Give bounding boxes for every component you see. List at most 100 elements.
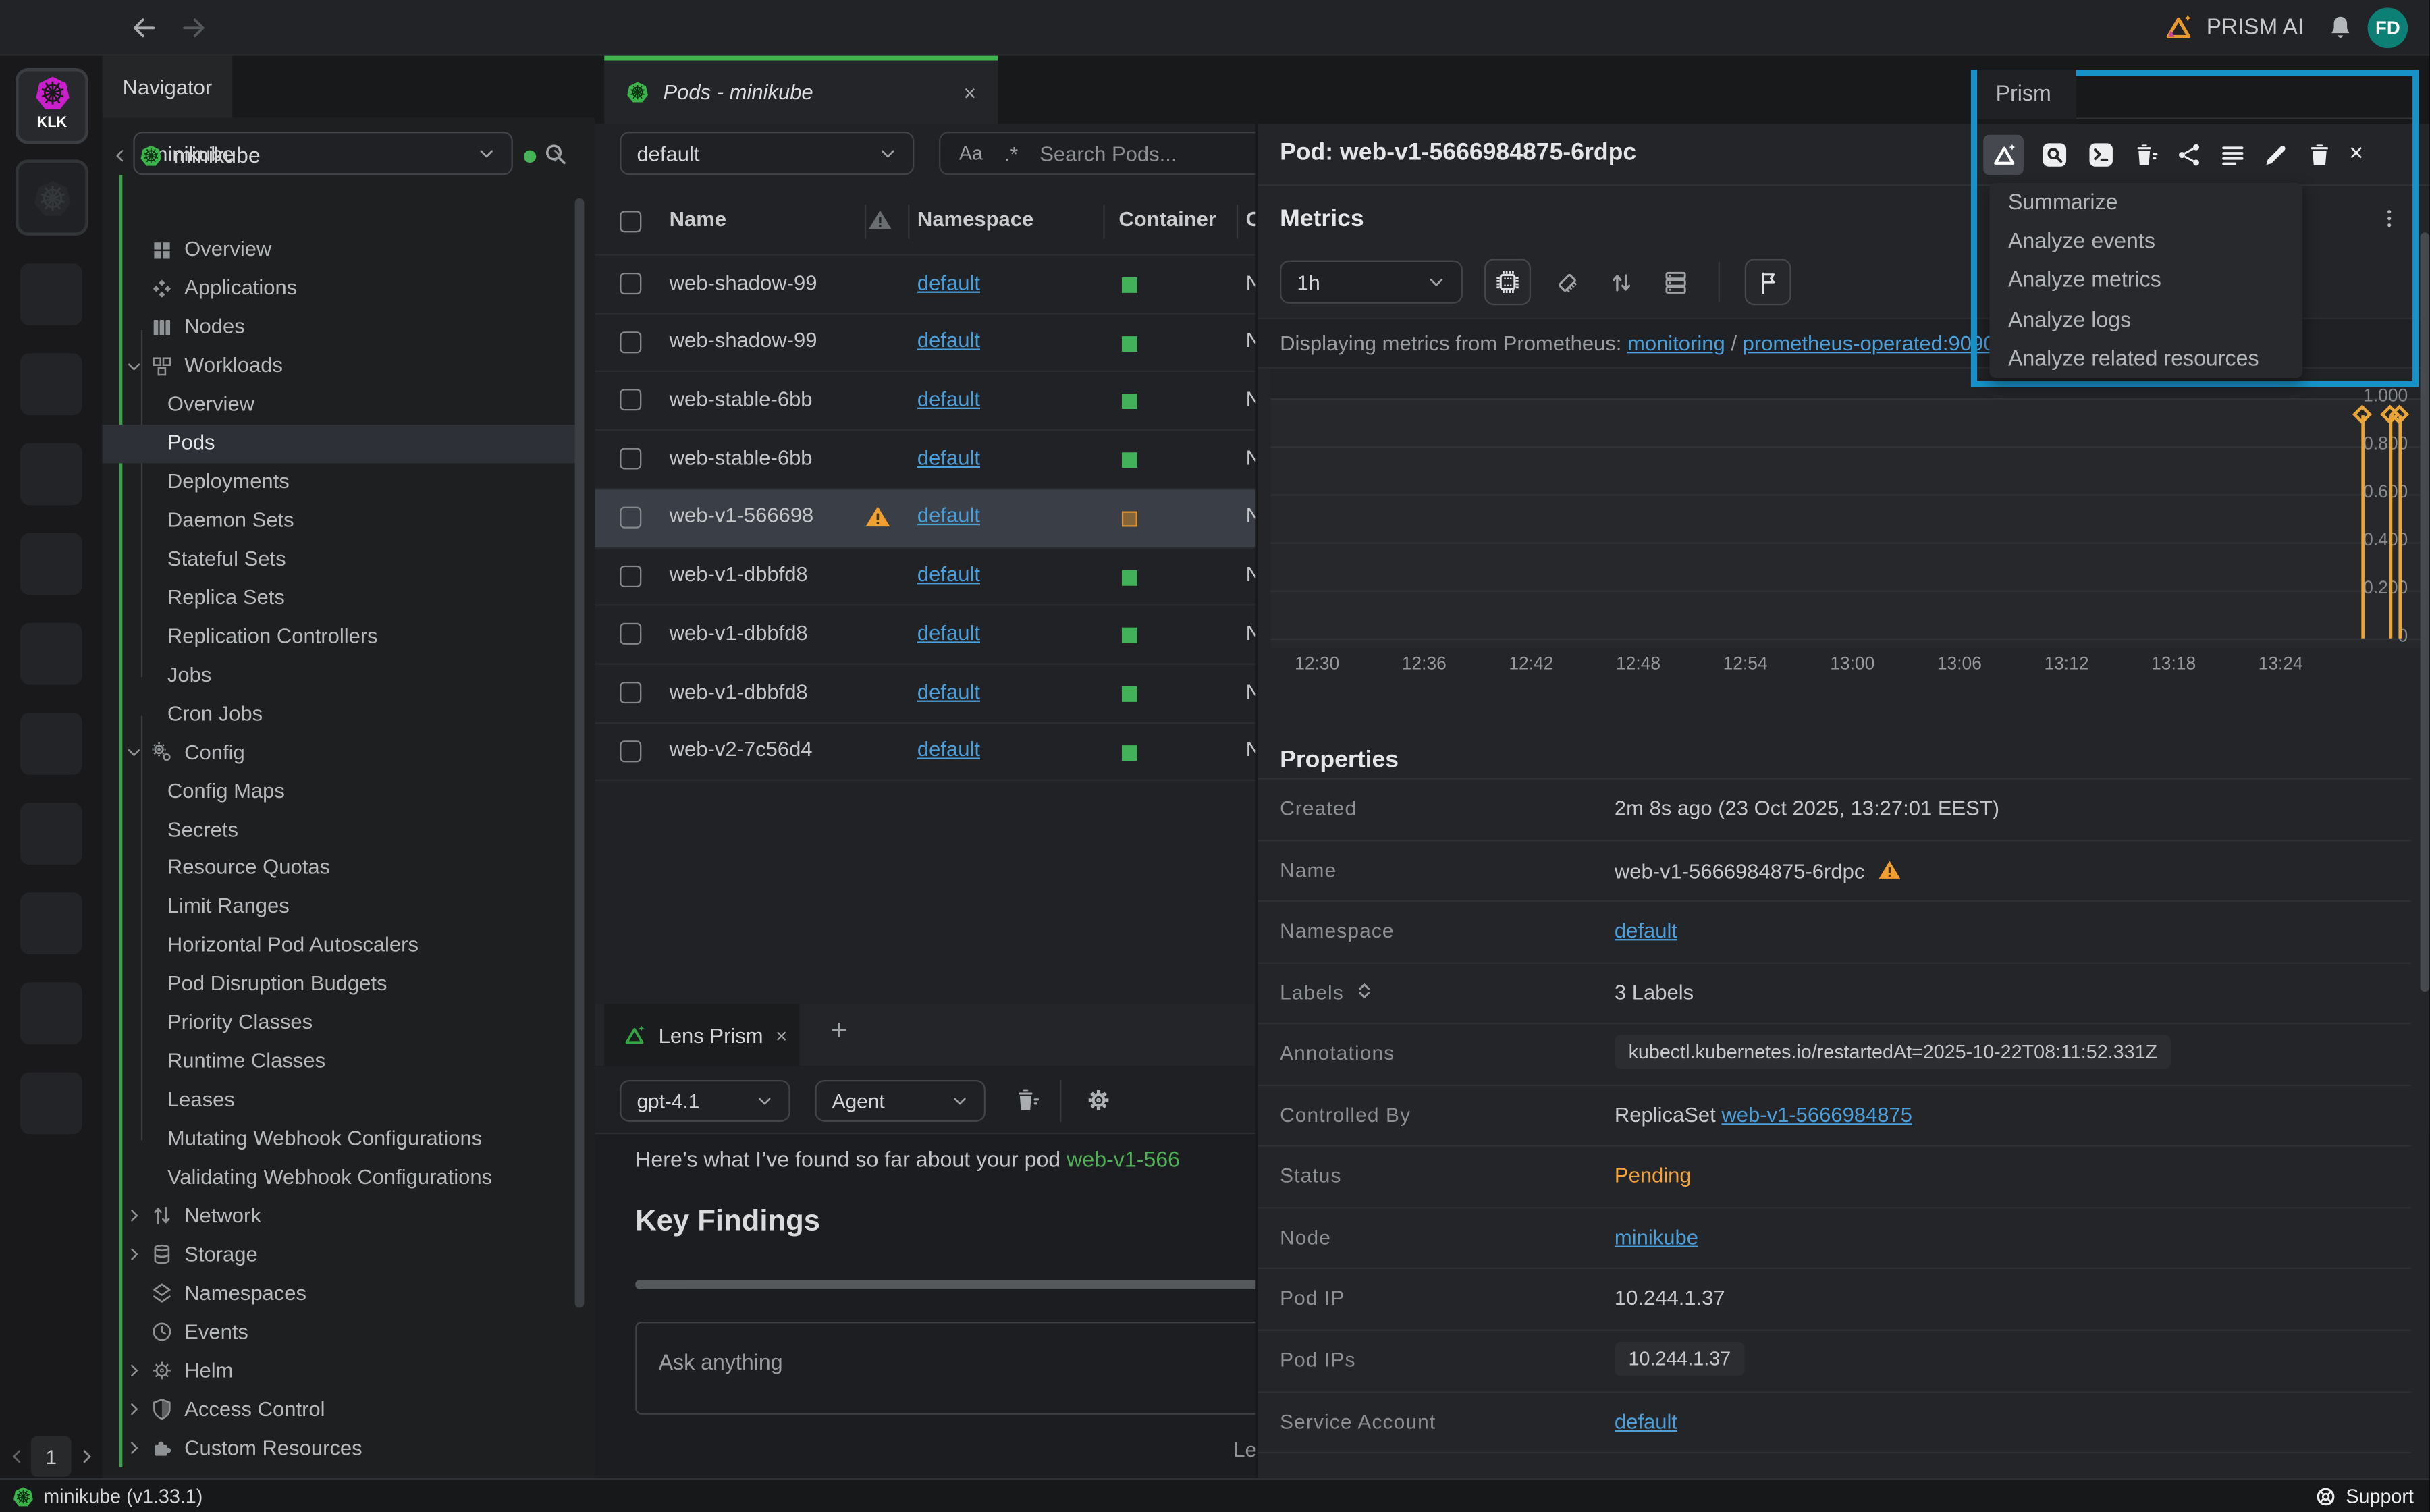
menu-item-analyze-metrics[interactable]: Analyze metrics <box>1989 261 2302 300</box>
navigator-scrollbar[interactable] <box>575 198 585 1308</box>
sidebar-item-helm[interactable]: Helm <box>103 1351 576 1390</box>
chevron-right-icon[interactable] <box>126 1362 142 1379</box>
match-case-icon[interactable]: Aa <box>959 142 983 164</box>
col-namespace[interactable]: Namespace <box>917 208 1033 231</box>
prism-tab-close-icon[interactable]: × <box>776 1023 787 1046</box>
sidebar-item-replication-controllers[interactable]: Replication Controllers <box>103 617 576 655</box>
prism-actions-button[interactable] <box>1983 135 2024 176</box>
sidebar-item-horizontal-pod-autoscalers[interactable]: Horizontal Pod Autoscalers <box>103 926 576 965</box>
sidebar-item-custom-resources[interactable]: Custom Resources <box>103 1429 576 1467</box>
namespace-link[interactable]: default <box>917 446 980 468</box>
support-link[interactable]: Support <box>2346 1486 2414 1507</box>
sidebar-item-leases[interactable]: Leases <box>103 1081 576 1119</box>
share-icon[interactable] <box>2176 141 2203 169</box>
rail-placeholder-tile[interactable] <box>20 533 82 595</box>
row-checkbox[interactable] <box>620 682 641 703</box>
sidebar-item-resource-quotas[interactable]: Resource Quotas <box>103 849 576 888</box>
row-checkbox[interactable] <box>620 740 641 762</box>
chevron-right-icon[interactable] <box>126 1440 142 1457</box>
sidebar-item-overview[interactable]: Overview <box>103 385 576 424</box>
sidebar-item-limit-ranges[interactable]: Limit Ranges <box>103 888 576 926</box>
range-select[interactable]: 1h <box>1280 261 1463 304</box>
sidebar-item-pod-disruption-budgets[interactable]: Pod Disruption Budgets <box>103 965 576 1004</box>
avatar[interactable]: FD <box>2368 7 2408 48</box>
drawer-scrollbar[interactable] <box>2421 232 2430 992</box>
sidebar-item-access-control[interactable]: Access Control <box>103 1390 576 1428</box>
memory-icon[interactable] <box>1552 267 1582 297</box>
property-link[interactable]: web-v1-5666984875 <box>1721 1103 1912 1126</box>
chevron-right-icon[interactable] <box>126 1246 142 1263</box>
back-icon[interactable] <box>130 14 158 42</box>
rail-placeholder-tile[interactable] <box>20 623 82 685</box>
chevron-down-icon[interactable] <box>126 358 142 375</box>
sidebar-item-validating-webhook-configurations[interactable]: Validating Webhook Configurations <box>103 1158 576 1197</box>
rail-placeholder-tile[interactable] <box>20 713 82 775</box>
sidebar-item-stateful-sets[interactable]: Stateful Sets <box>103 540 576 578</box>
rail-placeholder-tile[interactable] <box>20 443 82 506</box>
namespace-link[interactable]: default <box>917 271 980 294</box>
row-checkbox[interactable] <box>620 506 641 528</box>
sidebar-item-storage[interactable]: Storage <box>103 1235 576 1274</box>
menu-item-summarize[interactable]: Summarize <box>1989 183 2302 222</box>
namespace-link[interactable]: default <box>917 329 980 352</box>
menu-item-analyze-logs[interactable]: Analyze logs <box>1989 300 2302 339</box>
row-checkbox[interactable] <box>620 565 641 587</box>
notifications-bell-icon[interactable] <box>2327 14 2354 40</box>
chat-settings-gear-icon[interactable] <box>1085 1086 1112 1114</box>
namespace-select[interactable]: default <box>620 132 914 175</box>
sort-small-icon[interactable] <box>1354 980 1374 1000</box>
property-link[interactable]: default <box>1615 919 1677 942</box>
menu-item-analyze-related-resources[interactable]: Analyze related resources <box>1989 339 2302 378</box>
sidebar-item-cluster[interactable]: minikube <box>103 136 576 175</box>
sidebar-item-pods[interactable]: Pods <box>103 424 576 462</box>
sidebar-item-cron-jobs[interactable]: Cron Jobs <box>103 695 576 733</box>
logs-icon[interactable] <box>2219 141 2246 169</box>
warnings-column-icon[interactable] <box>867 208 892 233</box>
page-number-box[interactable]: 1 <box>31 1436 72 1477</box>
storage-metric-icon[interactable] <box>1661 267 1691 297</box>
regex-icon[interactable]: .* <box>1004 142 1018 165</box>
sidebar-item-applications[interactable]: Applications <box>103 269 576 308</box>
support-lifering-icon[interactable] <box>2315 1486 2336 1507</box>
row-checkbox[interactable] <box>620 273 641 294</box>
tab-navigator[interactable]: Navigator <box>103 56 233 118</box>
menu-item-analyze-events[interactable]: Analyze events <box>1989 222 2302 261</box>
sidebar-item-runtime-classes[interactable]: Runtime Classes <box>103 1042 576 1081</box>
sidebar-item-namespaces[interactable]: Namespaces <box>103 1274 576 1313</box>
evict-icon[interactable] <box>2132 141 2160 169</box>
cpu-metric-button[interactable] <box>1484 259 1531 305</box>
chevron-down-icon[interactable] <box>126 744 142 761</box>
rail-placeholder-tile[interactable] <box>20 803 82 865</box>
property-link[interactable]: default <box>1615 1409 1677 1432</box>
sidebar-item-config-maps[interactable]: Config Maps <box>103 772 576 810</box>
rail-placeholder-tile[interactable] <box>20 353 82 415</box>
delete-icon[interactable] <box>2306 141 2333 169</box>
cluster-forward-icon[interactable] <box>549 147 566 164</box>
inspect-icon[interactable] <box>2039 140 2070 171</box>
sidebar-item-replica-sets[interactable]: Replica Sets <box>103 578 576 617</box>
tab-pods-minikube[interactable]: Pods - minikube × <box>604 56 998 124</box>
drawer-close-icon[interactable]: × <box>2349 141 2363 169</box>
forward-icon[interactable] <box>180 14 207 42</box>
catalog-tile[interactable] <box>16 159 88 235</box>
namespace-link[interactable]: default <box>917 387 980 410</box>
row-checkbox[interactable] <box>620 448 641 470</box>
terminal-icon[interactable] <box>2086 140 2117 171</box>
namespace-link[interactable]: default <box>917 621 980 644</box>
property-link[interactable]: minikube <box>1615 1225 1698 1248</box>
events-flag-button[interactable] <box>1745 259 1791 305</box>
sidebar-item-events[interactable]: Events <box>103 1313 576 1351</box>
kebab-menu-icon[interactable] <box>2377 206 2402 231</box>
mode-select[interactable]: Agent <box>815 1080 986 1122</box>
clear-chat-icon[interactable] <box>1013 1086 1041 1114</box>
namespace-link[interactable]: default <box>917 738 980 761</box>
edit-icon[interactable] <box>2262 141 2290 169</box>
rail-placeholder-tile[interactable] <box>20 982 82 1044</box>
page-next-icon[interactable] <box>78 1447 97 1466</box>
rail-placeholder-tile[interactable] <box>20 263 82 325</box>
sidebar-item-daemon-sets[interactable]: Daemon Sets <box>103 502 576 540</box>
tab-lens-prism[interactable]: Lens Prism × <box>604 1004 799 1066</box>
sidebar-item-overview[interactable]: Overview <box>103 231 576 269</box>
collapse-cluster-icon[interactable] <box>111 147 128 164</box>
sidebar-item-mutating-webhook-configurations[interactable]: Mutating Webhook Configurations <box>103 1120 576 1158</box>
